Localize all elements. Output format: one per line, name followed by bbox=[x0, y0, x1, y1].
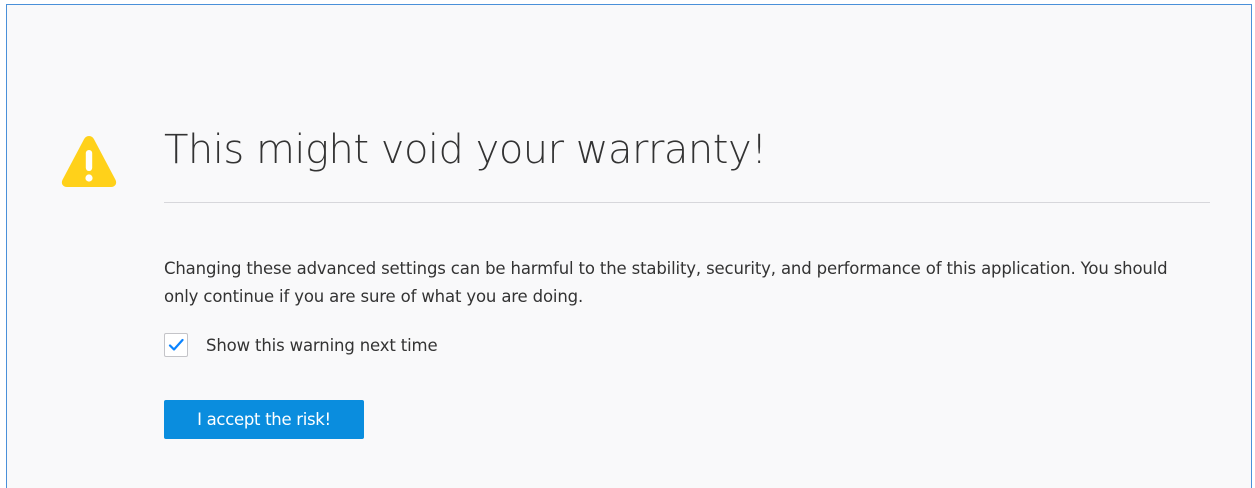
accept-risk-button[interactable]: I accept the risk! bbox=[164, 400, 364, 439]
warning-description: Changing these advanced settings can be … bbox=[164, 259, 1168, 306]
page-title: This might void your warranty! bbox=[164, 127, 767, 173]
show-warning-label[interactable]: Show this warning next time bbox=[206, 336, 438, 355]
checkmark-icon bbox=[168, 338, 184, 351]
title-divider bbox=[164, 202, 1210, 203]
warning-page: This might void your warranty! Changing … bbox=[6, 4, 1252, 488]
warning-triangle-icon bbox=[61, 136, 117, 187]
show-warning-checkbox[interactable] bbox=[164, 333, 188, 357]
show-warning-checkbox-row[interactable]: Show this warning next time bbox=[164, 332, 438, 358]
